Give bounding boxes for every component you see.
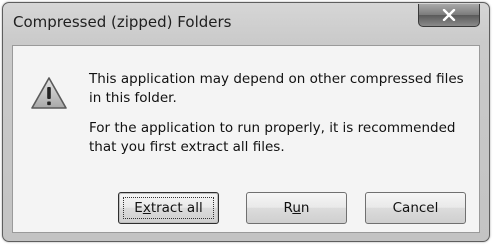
dialog-window: Compressed (zipped) Folders This applica… [2,2,490,242]
title-bar[interactable]: Compressed (zipped) Folders [3,3,489,45]
extract-all-label: Extract all [134,200,203,216]
message-text: This application may depend on other com… [89,70,469,157]
extract-all-button[interactable]: Extract all [118,192,219,224]
warning-triangle-icon [31,77,67,109]
run-button[interactable]: Run [246,192,347,224]
close-button[interactable] [418,4,480,27]
message-line-1: This application may depend on other com… [89,71,464,106]
window-title: Compressed (zipped) Folders [13,13,232,31]
run-label: Run [283,200,310,216]
message-line-2: For the application to run properly, it … [89,120,456,155]
close-icon [442,9,456,21]
cancel-button[interactable]: Cancel [365,192,466,224]
dialog-content: This application may depend on other com… [12,45,480,233]
cancel-label: Cancel [392,200,439,216]
